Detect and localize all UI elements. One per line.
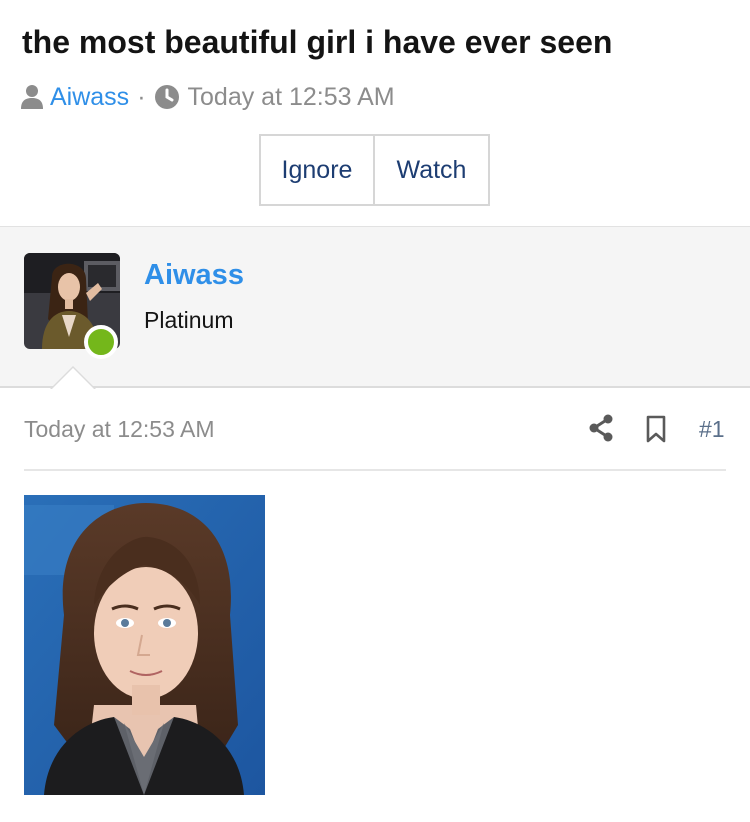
- message-caret: [50, 366, 96, 389]
- online-status-dot: [84, 325, 118, 359]
- post-author-title: Platinum: [144, 307, 234, 333]
- meta-separator: ·: [137, 82, 146, 111]
- ignore-button[interactable]: Ignore: [261, 136, 375, 204]
- portrait-photo: [24, 495, 265, 795]
- thread-meta: Aiwass · Today at 12:53 AM: [20, 82, 395, 112]
- thread-author-link[interactable]: Aiwass: [50, 83, 129, 112]
- thread-title: the most beautiful girl i have ever seen: [22, 24, 613, 60]
- clock-icon: [154, 85, 179, 109]
- post-divider: [24, 469, 726, 471]
- thread-actions: Ignore Watch: [259, 134, 490, 206]
- user-icon: [21, 85, 43, 109]
- post-author-panel: Aiwass Platinum: [0, 226, 750, 388]
- share-icon[interactable]: [588, 414, 614, 442]
- thread-date[interactable]: Today at 12:53 AM: [188, 83, 395, 112]
- post-number-link[interactable]: #1: [699, 416, 725, 443]
- post-attachment-image[interactable]: [24, 495, 265, 795]
- post-author-name[interactable]: Aiwass: [144, 259, 244, 292]
- watch-button[interactable]: Watch: [375, 136, 488, 204]
- bookmark-icon[interactable]: [644, 415, 668, 443]
- post-date[interactable]: Today at 12:53 AM: [24, 416, 215, 443]
